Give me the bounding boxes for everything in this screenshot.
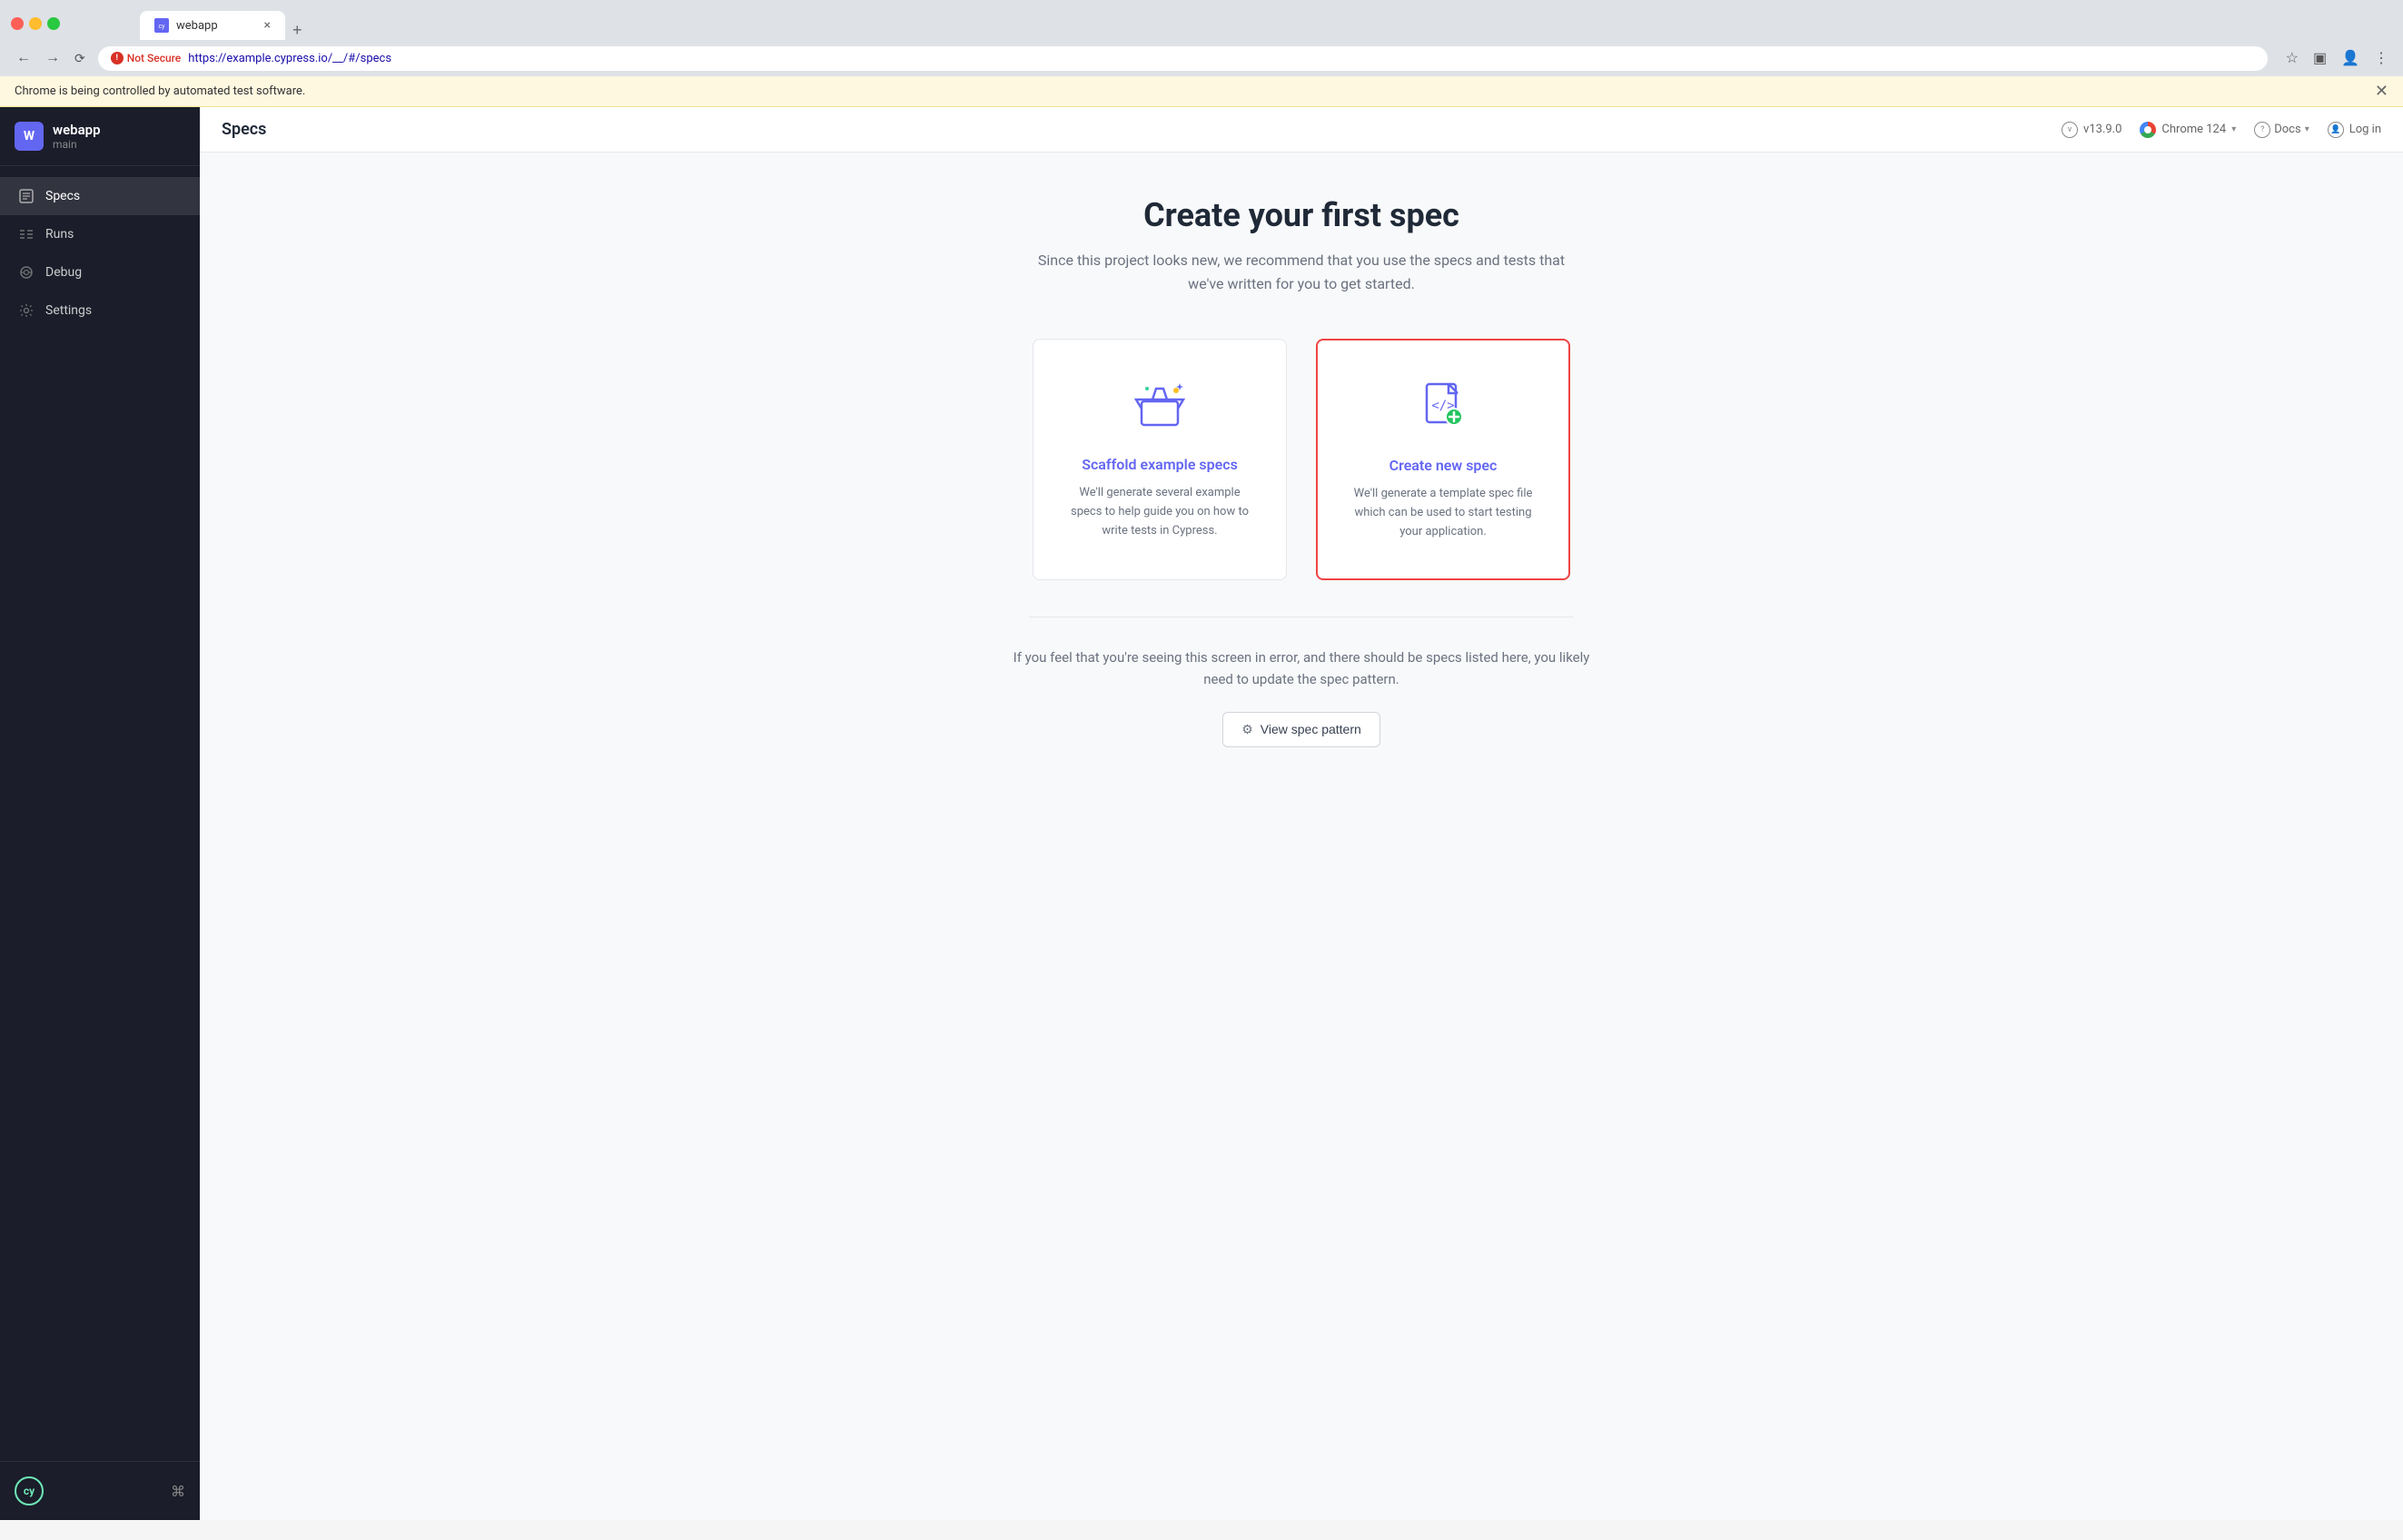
view-spec-pattern-label: View spec pattern: [1261, 722, 1361, 736]
extension-icon[interactable]: ▣: [2309, 45, 2330, 71]
sidebar-specs-label: Specs: [45, 189, 80, 203]
forward-button[interactable]: →: [40, 46, 65, 70]
main-content: Specs v v13.9.0 Chrome 124 ▾ ? Docs ▾ �: [200, 107, 2403, 1520]
maximize-window-button[interactable]: [47, 17, 60, 30]
app-info: webapp main: [53, 122, 101, 151]
address-bar: ← → ⟳ ! Not Secure https://example.cypre…: [0, 40, 2403, 76]
not-secure-icon: !: [111, 52, 124, 64]
nav-buttons: ← → ⟳: [11, 46, 91, 70]
sidebar-item-debug[interactable]: Debug: [0, 253, 200, 291]
close-automation-button[interactable]: ✕: [2375, 82, 2388, 101]
hero-title: Create your first spec: [1143, 196, 1459, 234]
docs-link[interactable]: ? Docs ▾: [2254, 122, 2309, 138]
sidebar: W webapp main Specs: [0, 107, 200, 1520]
sidebar-item-settings[interactable]: Settings: [0, 291, 200, 330]
sidebar-runs-label: Runs: [45, 227, 74, 242]
scaffold-card[interactable]: Scaffold example specs We'll generate se…: [1033, 339, 1287, 579]
tab-close-button[interactable]: ×: [264, 18, 271, 33]
traffic-lights: [11, 17, 60, 30]
hero-subtitle: Since this project looks new, we recomme…: [1029, 249, 1574, 295]
automation-bar-text: Chrome is being controlled by automated …: [15, 84, 305, 98]
toolbar-icons: ☆ ▣ 👤 ⋮: [2282, 45, 2392, 71]
specs-icon: [18, 188, 35, 204]
cards-row: Scaffold example specs We'll generate se…: [1033, 339, 1570, 579]
version-badge[interactable]: v v13.9.0: [2062, 122, 2121, 138]
error-message: If you feel that you're seeing this scre…: [1011, 647, 1592, 690]
docs-icon: ?: [2254, 122, 2270, 138]
chrome-icon: [2140, 122, 2156, 138]
scaffold-card-title: Scaffold example specs: [1082, 456, 1238, 473]
sidebar-header: W webapp main: [0, 107, 200, 166]
not-secure-indicator: ! Not Secure: [111, 52, 182, 64]
login-button[interactable]: 👤 Log in: [2328, 122, 2381, 138]
automation-bar: Chrome is being controlled by automated …: [0, 76, 2403, 107]
browser-chrome: cy webapp × + ← → ⟳ ! Not Secure https:/…: [0, 0, 2403, 107]
sidebar-footer: cy ⌘: [0, 1461, 200, 1520]
app-name: webapp: [53, 122, 101, 138]
settings-icon: [18, 302, 35, 319]
sidebar-settings-label: Settings: [45, 303, 92, 318]
runs-icon: [18, 226, 35, 242]
chrome-label: Chrome 124: [2161, 123, 2226, 136]
profile-icon[interactable]: 👤: [2338, 45, 2363, 71]
chrome-chevron-icon: ▾: [2231, 124, 2236, 134]
docs-label: Docs: [2274, 123, 2300, 136]
create-new-spec-card[interactable]: </> Create new spec We'll generate a tem…: [1316, 339, 1570, 579]
tab-bar: cy webapp × +: [67, 11, 382, 40]
not-secure-label: Not Secure: [127, 52, 182, 64]
title-bar: cy webapp × +: [0, 0, 2403, 40]
version-label: v13.9.0: [2083, 123, 2121, 136]
app-icon: W: [15, 122, 44, 151]
create-new-card-title: Create new spec: [1389, 457, 1498, 474]
browser-tab[interactable]: cy webapp ×: [140, 11, 285, 40]
user-icon: 👤: [2328, 122, 2344, 138]
minimize-window-button[interactable]: [29, 17, 42, 30]
svg-text:cy: cy: [159, 23, 166, 30]
debug-icon: [18, 264, 35, 281]
create-new-card-desc: We'll generate a template spec file whic…: [1347, 485, 1539, 541]
tab-title: webapp: [176, 19, 218, 33]
keyboard-shortcut-icon[interactable]: ⌘: [171, 1483, 185, 1500]
url-display: https://example.cypress.io/__/#/specs: [188, 52, 391, 65]
close-window-button[interactable]: [11, 17, 24, 30]
gear-icon: ⚙: [1241, 722, 1253, 737]
app-branch: main: [53, 138, 101, 151]
main-header: Specs v v13.9.0 Chrome 124 ▾ ? Docs ▾ �: [200, 107, 2403, 153]
chrome-badge[interactable]: Chrome 124 ▾: [2140, 122, 2236, 138]
sidebar-item-runs[interactable]: Runs: [0, 215, 200, 253]
tab-favicon: cy: [154, 18, 169, 33]
login-label: Log in: [2349, 123, 2381, 136]
docs-chevron-icon: ▾: [2305, 124, 2309, 134]
cypress-logo: cy: [15, 1476, 44, 1505]
header-right: v v13.9.0 Chrome 124 ▾ ? Docs ▾ 👤 Log in: [2062, 122, 2381, 138]
url-bar[interactable]: ! Not Secure https://example.cypress.io/…: [98, 46, 2268, 71]
create-new-icon: </>: [1414, 377, 1472, 439]
page-body: Create your first spec Since this projec…: [200, 153, 2403, 1520]
app: W webapp main Specs: [0, 107, 2403, 1520]
sidebar-nav: Specs Runs: [0, 166, 200, 1461]
new-tab-button[interactable]: +: [285, 21, 310, 40]
version-icon: v: [2062, 122, 2078, 138]
page-title: Specs: [222, 120, 266, 139]
sidebar-debug-label: Debug: [45, 265, 82, 280]
reload-button[interactable]: ⟳: [69, 47, 91, 70]
sidebar-item-specs[interactable]: Specs: [0, 177, 200, 215]
back-button[interactable]: ←: [11, 46, 36, 70]
scaffold-icon: [1131, 376, 1189, 438]
scaffold-card-desc: We'll generate several example specs to …: [1063, 484, 1257, 540]
view-spec-pattern-button[interactable]: ⚙ View spec pattern: [1222, 712, 1380, 747]
bookmark-icon[interactable]: ☆: [2282, 45, 2302, 71]
more-options-icon[interactable]: ⋮: [2370, 45, 2392, 71]
